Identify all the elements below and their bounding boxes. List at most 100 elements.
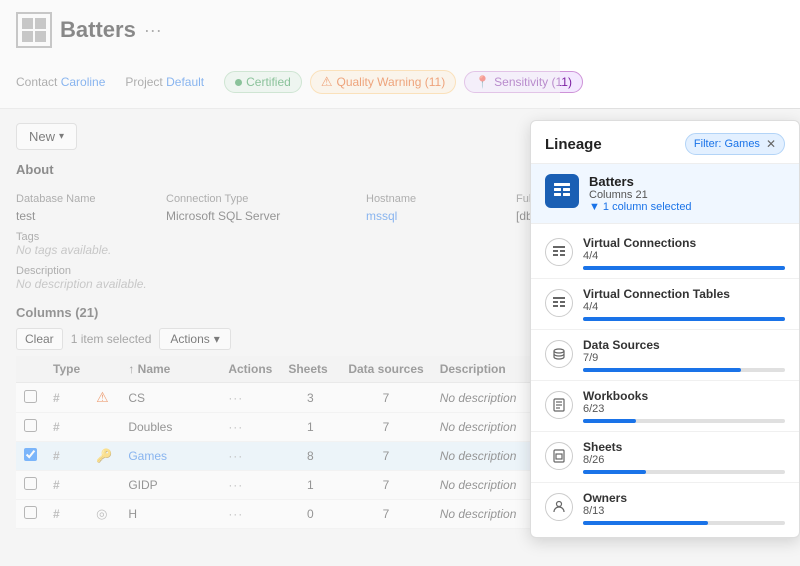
row-checkbox-cell[interactable] — [16, 413, 45, 442]
actions-arrow-icon: ▾ — [214, 332, 220, 346]
row-checkbox-cell[interactable] — [16, 383, 45, 413]
lineage-top-info: Batters Columns 21 ▼ 1 column selected — [589, 174, 692, 213]
lineage-item-owners[interactable]: Owners 8/13 — [531, 483, 799, 533]
row-datasources-cell: 7 — [340, 471, 431, 500]
row-warn-cell: ◎ — [88, 500, 120, 529]
lineage-item-name-workbooks: Workbooks — [583, 389, 785, 403]
lineage-item-count-workbooks: 6/23 — [583, 403, 785, 415]
sensitivity-badge[interactable]: 📍 Sensitivity (11) — [464, 71, 583, 93]
th-datasources: Data sources — [340, 356, 431, 383]
column-name: H — [128, 507, 137, 521]
lineage-item-count-data-sources: 7/9 — [583, 352, 785, 364]
lineage-item-virtual-connection-tables[interactable]: Virtual Connection Tables 4/4 — [531, 279, 799, 330]
key-icon: 🔑 — [96, 448, 112, 463]
lineage-item-name-virtual-connection-tables: Virtual Connection Tables — [583, 287, 785, 301]
lineage-item-icon-workbooks — [545, 391, 573, 419]
row-type-cell: # — [45, 413, 88, 442]
lineage-bar-bg-sheets — [583, 470, 785, 474]
row-datasources-cell: 7 — [340, 442, 431, 471]
lineage-item-info-data-sources: Data Sources 7/9 — [583, 338, 785, 372]
th-name[interactable]: ↑ Name — [120, 356, 220, 383]
row-checkbox[interactable] — [24, 477, 37, 490]
row-name-cell: GIDP — [120, 471, 220, 500]
row-checkbox[interactable] — [24, 506, 37, 519]
row-dots-menu[interactable]: ··· — [228, 449, 243, 463]
row-dots-menu[interactable]: ··· — [228, 507, 243, 521]
lineage-filter-badge[interactable]: Filter: Games ✕ — [685, 133, 785, 155]
conn-type-label: Connection Type — [166, 193, 366, 205]
lineage-item-icon-virtual-connections — [545, 238, 573, 266]
actions-button[interactable]: Actions ▾ — [159, 328, 230, 350]
db-name-label: Database Name — [16, 193, 166, 205]
new-button[interactable]: New ▾ — [16, 123, 77, 150]
row-checkbox[interactable] — [24, 419, 37, 432]
lineage-item-count-sheets: 8/26 — [583, 454, 785, 466]
contact-meta: Contact Caroline — [16, 75, 105, 89]
lineage-top-item[interactable]: Batters Columns 21 ▼ 1 column selected — [531, 164, 799, 224]
page-title: Batters — [60, 17, 136, 43]
certified-badge[interactable]: Certified — [224, 71, 302, 93]
hostname-value[interactable]: mssql — [366, 209, 516, 223]
lineage-bar-fill-workbooks — [583, 419, 636, 423]
quality-icon: ⚠ — [321, 74, 333, 90]
row-dots-menu[interactable]: ··· — [228, 391, 243, 405]
lineage-item-virtual-connections[interactable]: Virtual Connections 4/4 — [531, 228, 799, 279]
main-content: Batters ··· Contact Caroline Project Def… — [0, 0, 800, 566]
lineage-item-info-workbooks: Workbooks 6/23 — [583, 389, 785, 423]
row-actions-cell: ··· — [220, 500, 280, 529]
lineage-filter-close-icon[interactable]: ✕ — [766, 137, 776, 151]
page-header: Batters ··· Contact Caroline Project Def… — [0, 0, 800, 109]
th-warn — [88, 356, 120, 383]
lineage-bar-fill-data-sources — [583, 368, 741, 372]
row-name-cell: H — [120, 500, 220, 529]
row-actions-cell: ··· — [220, 471, 280, 500]
db-name-value: test — [16, 209, 166, 223]
lineage-bar-bg-data-sources — [583, 368, 785, 372]
lineage-item-info-sheets: Sheets 8/26 — [583, 440, 785, 474]
lineage-item-data-sources[interactable]: Data Sources 7/9 — [531, 330, 799, 381]
th-checkbox — [16, 356, 45, 383]
lineage-item-icon-data-sources — [545, 340, 573, 368]
lineage-panel-header: Lineage Filter: Games ✕ — [531, 121, 799, 164]
column-name: Doubles — [128, 420, 172, 434]
row-dots-menu[interactable]: ··· — [228, 420, 243, 434]
row-dots-menu[interactable]: ··· — [228, 478, 243, 492]
lineage-item-info-owners: Owners 8/13 — [583, 491, 785, 525]
lineage-item-sheets[interactable]: Sheets 8/26 — [531, 432, 799, 483]
badge-row: Certified ⚠ Quality Warning (11) 📍 Sensi… — [224, 62, 583, 102]
row-sheets-cell: 8 — [280, 442, 340, 471]
row-checkbox-cell[interactable] — [16, 442, 45, 471]
clear-button[interactable]: Clear — [16, 328, 63, 350]
hash-icon: # — [53, 391, 60, 405]
column-name: GIDP — [128, 478, 157, 492]
lineage-panel: Lineage Filter: Games ✕ Batters Columns … — [530, 120, 800, 538]
lineage-item-name-owners: Owners — [583, 491, 785, 505]
lineage-item-count-virtual-connection-tables: 4/4 — [583, 301, 785, 313]
lineage-item-name-virtual-connections: Virtual Connections — [583, 236, 785, 250]
lineage-item-workbooks[interactable]: Workbooks 6/23 — [531, 381, 799, 432]
row-name-cell: Games — [120, 442, 220, 471]
row-actions-cell: ··· — [220, 383, 280, 413]
lineage-item-name-sheets: Sheets — [583, 440, 785, 454]
column-name-link[interactable]: Games — [128, 449, 167, 463]
lineage-item-count-owners: 8/13 — [583, 505, 785, 517]
row-checkbox-cell[interactable] — [16, 500, 45, 529]
lineage-item-icon-owners — [545, 493, 573, 521]
column-name: CS — [128, 391, 145, 405]
row-checkbox[interactable] — [24, 448, 37, 461]
quality-warning-badge[interactable]: ⚠ Quality Warning (11) — [310, 70, 456, 94]
row-name-cell: Doubles — [120, 413, 220, 442]
row-checkbox[interactable] — [24, 390, 37, 403]
lineage-bar-bg-owners — [583, 521, 785, 525]
more-menu-button[interactable]: ··· — [144, 20, 162, 41]
lineage-item-icon-sheets — [545, 442, 573, 470]
lineage-filter-label: Filter: Games — [694, 138, 760, 150]
th-actions: Actions — [220, 356, 280, 383]
th-type: Type — [45, 356, 88, 383]
hostname-label: Hostname — [366, 193, 516, 205]
row-datasources-cell: 7 — [340, 383, 431, 413]
lineage-selected-info: ▼ 1 column selected — [589, 201, 692, 213]
hash-icon: # — [53, 420, 60, 434]
row-checkbox-cell[interactable] — [16, 471, 45, 500]
conn-type-value: Microsoft SQL Server — [166, 209, 366, 223]
